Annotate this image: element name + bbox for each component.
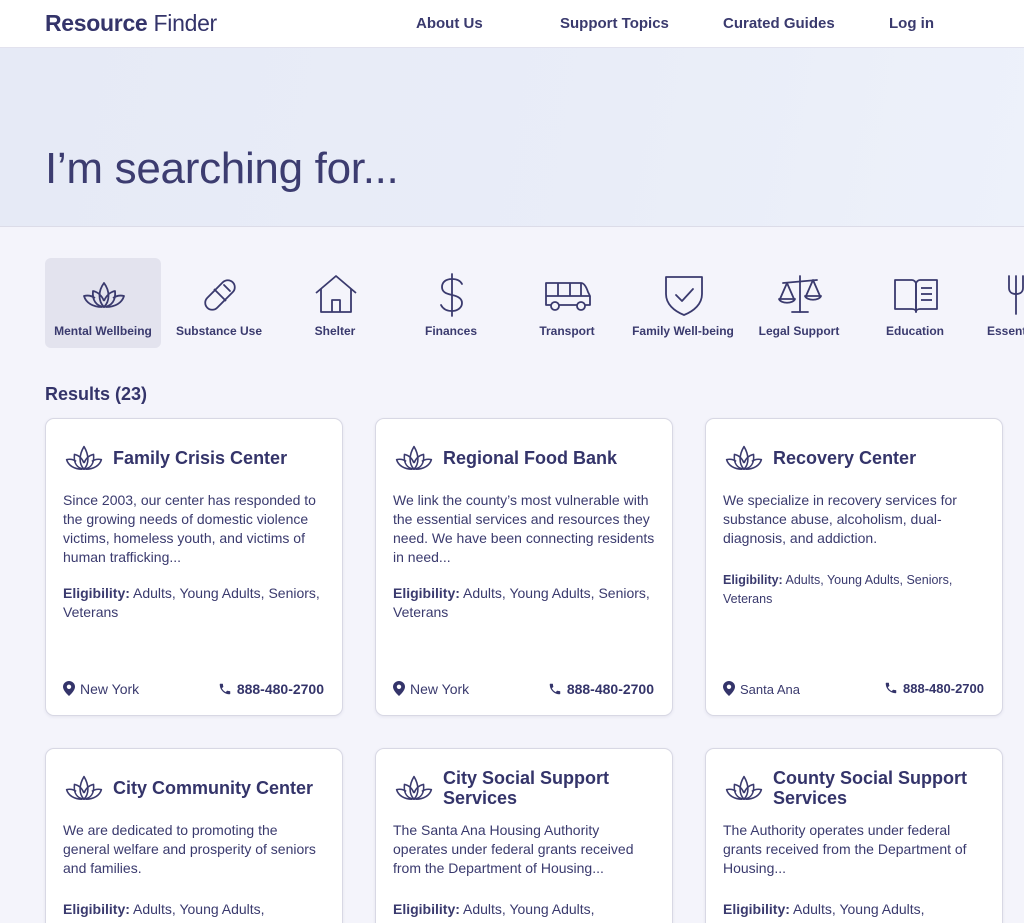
brand-logo[interactable]: Resource Finder bbox=[45, 10, 217, 37]
card-title[interactable]: County Social Support Services bbox=[773, 768, 988, 808]
result-card-regional-food-bank[interactable]: Regional Food Bank We link the county’s … bbox=[375, 418, 673, 716]
result-card-recovery-center[interactable]: Recovery Center We specialize in recover… bbox=[705, 418, 1003, 716]
category-legal-support[interactable]: Legal Support bbox=[741, 258, 857, 348]
card-description: We are dedicated to promoting the genera… bbox=[63, 822, 316, 876]
van-icon bbox=[545, 282, 591, 311]
category-label: Family Well-being bbox=[632, 324, 734, 338]
eligibility-label: Eligibility: bbox=[63, 901, 130, 917]
card-description: Since 2003, our center has responded to … bbox=[63, 492, 316, 565]
top-nav: Resource Finder About Us Support Topics … bbox=[0, 0, 1024, 48]
card-title[interactable]: Regional Food Bank bbox=[443, 448, 663, 468]
hero-heading: I’m searching for... bbox=[45, 144, 399, 193]
lotus-icon bbox=[395, 775, 433, 800]
location-text: New York bbox=[410, 681, 470, 697]
hero-banner: I’m searching for... bbox=[0, 48, 1024, 227]
eligibility-label: Eligibility: bbox=[63, 585, 130, 601]
map-pin-icon bbox=[393, 681, 405, 696]
dollar-icon bbox=[440, 273, 463, 317]
category-mental-wellbeing[interactable]: Mental Wellbeing bbox=[45, 258, 161, 348]
eligibility-label: Eligibility: bbox=[723, 901, 790, 917]
card-description: The Santa Ana Housing Authority operates… bbox=[393, 822, 634, 876]
eligibility-label: Eligibility: bbox=[723, 573, 783, 587]
card-title[interactable]: City Social Support Services bbox=[443, 768, 643, 808]
result-card-city-social-support-services[interactable]: City Social Support Services The Santa A… bbox=[375, 748, 673, 923]
card-phone[interactable]: 888-480-2700 bbox=[218, 681, 324, 697]
scales-icon bbox=[778, 275, 822, 313]
category-label: Shelter bbox=[314, 324, 356, 338]
fork-icon bbox=[1008, 275, 1024, 315]
result-card-city-community-center[interactable]: City Community Center We are dedicated t… bbox=[45, 748, 343, 923]
eligibility-value: Adults, Young Adults, bbox=[789, 901, 925, 917]
category-essentials[interactable]: Essentials bbox=[973, 258, 1024, 348]
nav-log-in[interactable]: Log in bbox=[889, 15, 934, 32]
results-count: Results (23) bbox=[45, 384, 148, 404]
phone-number: 888-480-2700 bbox=[236, 681, 324, 697]
category-education[interactable]: Education bbox=[857, 258, 973, 348]
eligibility-label: Eligibility: bbox=[393, 901, 460, 917]
phone-icon bbox=[885, 682, 897, 694]
lotus-icon bbox=[395, 445, 433, 470]
result-card-county-social-support-services[interactable]: County Social Support Services The Autho… bbox=[705, 748, 1003, 923]
location-text: Santa Ana bbox=[740, 682, 800, 697]
eligibility-label: Eligibility: bbox=[393, 585, 460, 601]
category-transport[interactable]: Transport bbox=[509, 258, 625, 348]
card-eligibility: Eligibility: Adults, Young Adults, Senio… bbox=[393, 584, 655, 622]
result-card-family-crisis-center[interactable]: Family Crisis Center Since 2003, our cen… bbox=[45, 418, 343, 716]
lotus-icon bbox=[65, 775, 103, 800]
category-label: Substance Use bbox=[175, 324, 263, 338]
eligibility-value: Adults, Young Adults, bbox=[459, 901, 595, 917]
map-pin-icon bbox=[63, 681, 75, 696]
location-text: New York bbox=[80, 681, 140, 697]
card-description: We specialize in recovery services for s… bbox=[723, 492, 957, 546]
brand-part-1: Resource bbox=[45, 10, 148, 36]
card-title[interactable]: Recovery Center bbox=[773, 448, 993, 468]
brand-part-2: Finder bbox=[147, 10, 218, 36]
eligibility-value: Adults, Young Adults, bbox=[129, 901, 265, 917]
lotus-icon bbox=[83, 282, 125, 308]
pill-icon bbox=[204, 279, 236, 311]
card-location: Santa Ana bbox=[723, 681, 800, 697]
book-icon bbox=[894, 279, 938, 313]
category-substance-use[interactable]: Substance Use bbox=[161, 258, 277, 348]
card-phone[interactable]: 888-480-2700 bbox=[884, 681, 984, 696]
phone-number: 888-480-2700 bbox=[566, 681, 654, 697]
house-icon bbox=[315, 275, 357, 313]
category-label: Mental Wellbeing bbox=[54, 324, 152, 338]
card-description: The Authority operates under federal gra… bbox=[723, 822, 967, 876]
phone-number: 888-480-2700 bbox=[903, 681, 984, 696]
card-eligibility: Eligibility: Adults, Young Adults, bbox=[723, 900, 985, 919]
lotus-icon bbox=[725, 445, 763, 470]
nav-curated-guides[interactable]: Curated Guides bbox=[723, 15, 835, 32]
category-label: Finances bbox=[424, 324, 478, 338]
card-eligibility: Eligibility: Adults, Young Adults, Senio… bbox=[723, 571, 985, 609]
lotus-icon bbox=[725, 775, 763, 800]
card-eligibility: Eligibility: Adults, Young Adults, Senio… bbox=[63, 584, 325, 622]
category-finances[interactable]: Finances bbox=[393, 258, 509, 348]
card-title[interactable]: City Community Center bbox=[113, 778, 333, 798]
category-label: Education bbox=[885, 324, 944, 338]
card-eligibility: Eligibility: Adults, Young Adults, bbox=[63, 900, 325, 919]
category-label: Legal Support bbox=[758, 324, 840, 338]
phone-icon bbox=[549, 683, 561, 695]
card-description: We link the county’s most vulnerable wit… bbox=[393, 492, 655, 565]
phone-icon bbox=[219, 683, 231, 695]
category-shelter[interactable]: Shelter bbox=[277, 258, 393, 348]
card-phone[interactable]: 888-480-2700 bbox=[548, 681, 654, 697]
shield-check-icon bbox=[665, 276, 703, 316]
category-label: Transport bbox=[539, 324, 595, 338]
category-label: Essentials bbox=[987, 324, 1024, 338]
card-location: New York bbox=[393, 681, 469, 697]
nav-support-topics[interactable]: Support Topics bbox=[560, 15, 669, 32]
lotus-icon bbox=[65, 445, 103, 470]
card-title[interactable]: Family Crisis Center bbox=[113, 448, 333, 468]
card-location: New York bbox=[63, 681, 139, 697]
map-pin-icon bbox=[723, 681, 735, 696]
category-family-well-being[interactable]: Family Well-being bbox=[625, 258, 741, 348]
nav-about-us[interactable]: About Us bbox=[416, 15, 483, 32]
card-eligibility: Eligibility: Adults, Young Adults, bbox=[393, 900, 655, 919]
